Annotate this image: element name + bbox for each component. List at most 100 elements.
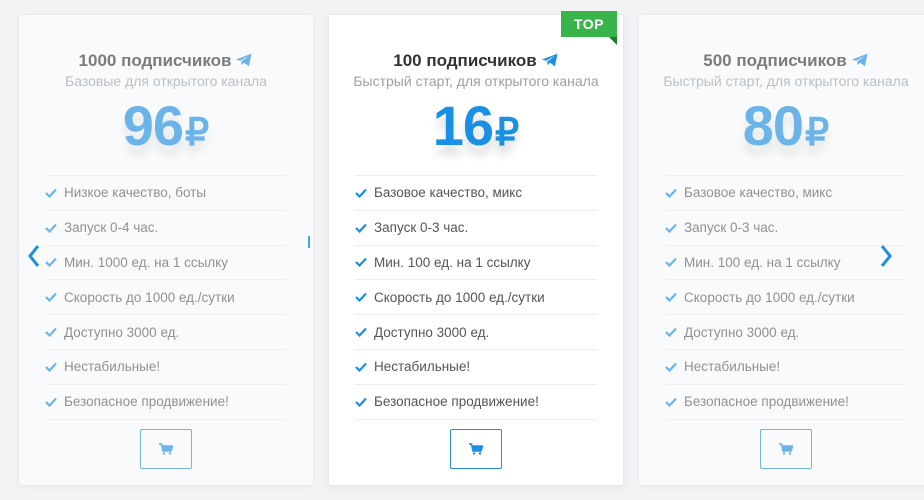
check-icon <box>355 258 367 268</box>
feature-text: Нестабильные! <box>374 359 471 375</box>
card-title: 100 подписчиков <box>329 51 623 71</box>
check-icon <box>355 362 367 372</box>
carousel-prev-button[interactable] <box>24 238 44 274</box>
feature-text: Мин. 100 ед. на 1 ссылку <box>374 254 531 270</box>
feature-item: Мин. 1000 ед. на 1 ссылку <box>45 246 287 281</box>
check-icon <box>665 362 677 372</box>
feature-text: Базовое качество, микс <box>684 185 833 201</box>
price-currency: ₽ <box>495 112 520 154</box>
telegram-icon <box>851 53 868 67</box>
check-icon <box>45 362 57 372</box>
feature-text: Скорость до 1000 ед./сутки <box>64 289 235 305</box>
feature-text: Доступно 3000 ед. <box>684 324 800 340</box>
cart-icon <box>779 443 793 455</box>
check-icon <box>665 293 677 303</box>
feature-item: Низкое качество, боты <box>45 176 287 211</box>
feature-text: Доступно 3000 ед. <box>374 324 490 340</box>
feature-list: Базовое качество, микс Запуск 0-3 час. М… <box>355 175 597 420</box>
price: 96₽ <box>19 97 313 155</box>
card-title: 500 подписчиков <box>639 51 924 71</box>
feature-text: Мин. 100 ед. на 1 ссылку <box>684 254 841 270</box>
feature-text: Нестабильные! <box>684 359 781 375</box>
card-title-text: 500 подписчиков <box>703 51 847 70</box>
feature-item: Мин. 100 ед. на 1 ссылку <box>665 246 907 281</box>
carousel-next-button[interactable] <box>876 238 896 274</box>
scroll-marker <box>308 236 310 248</box>
buy-button[interactable] <box>760 429 812 469</box>
feature-list: Базовое качество, микс Запуск 0-3 час. М… <box>665 175 907 420</box>
card-subtitle: Быстрый старт, для открытого канала <box>663 73 909 89</box>
check-icon <box>665 327 677 338</box>
check-icon <box>355 223 367 233</box>
telegram-icon <box>541 53 558 67</box>
chevron-left-icon <box>28 245 40 267</box>
check-icon <box>665 223 677 233</box>
card-title: 1000 подписчиков <box>19 51 313 71</box>
check-icon <box>355 293 367 303</box>
feature-item: Запуск 0-3 час. <box>355 211 597 246</box>
feature-text: Базовое качество, микс <box>374 185 523 201</box>
check-icon <box>355 188 367 198</box>
check-icon <box>665 258 677 268</box>
buy-button[interactable] <box>140 429 192 469</box>
pricing-card-1000: 1000 подписчиков Базовые для открытого к… <box>18 14 314 486</box>
check-icon <box>45 397 57 407</box>
price-value: 80 <box>742 94 804 157</box>
pricing-carousel: 1000 подписчиков Базовые для открытого к… <box>0 0 924 500</box>
price-currency: ₽ <box>185 112 210 154</box>
check-icon <box>355 397 367 407</box>
feature-text: Запуск 0-3 час. <box>684 220 779 236</box>
feature-list: Низкое качество, боты Запуск 0-4 час. Ми… <box>45 175 287 420</box>
feature-text: Безопасное продвижение! <box>684 394 849 410</box>
feature-item: Безопасное продвижение! <box>355 385 597 420</box>
feature-item: Доступно 3000 ед. <box>665 315 907 350</box>
feature-item: Скорость до 1000 ед./сутки <box>45 280 287 316</box>
feature-item: Запуск 0-4 час. <box>45 211 287 246</box>
feature-text: Безопасное продвижение! <box>374 394 539 410</box>
feature-text: Скорость до 1000 ед./сутки <box>374 289 545 305</box>
card-subtitle: Базовые для открытого канала <box>65 73 267 89</box>
check-icon <box>355 327 367 338</box>
feature-item: Базовое качество, микс <box>355 176 597 211</box>
pricing-card-100: TOP 100 подписчиков Быстрый старт, для о… <box>328 11 624 486</box>
card-title-text: 1000 подписчиков <box>78 51 232 70</box>
feature-item: Мин. 100 ед. на 1 ссылку <box>355 246 597 281</box>
check-icon <box>45 327 57 338</box>
feature-text: Мин. 1000 ед. на 1 ссылку <box>64 254 228 270</box>
feature-item: Доступно 3000 ед. <box>355 315 597 350</box>
feature-text: Низкое качество, боты <box>64 185 207 201</box>
feature-item: Скорость до 1000 ед./сутки <box>355 280 597 316</box>
check-icon <box>45 188 57 198</box>
check-icon <box>45 258 57 268</box>
cart-icon <box>159 443 173 455</box>
feature-text: Запуск 0-4 час. <box>64 220 159 236</box>
price-currency: ₽ <box>805 112 830 154</box>
buy-button[interactable] <box>450 429 502 469</box>
feature-item: Нестабильные! <box>355 350 597 385</box>
check-icon <box>45 293 57 303</box>
price-value: 96 <box>122 94 184 157</box>
feature-item: Нестабильные! <box>45 350 287 385</box>
feature-item: Безопасное продвижение! <box>665 385 907 420</box>
feature-text: Безопасное продвижение! <box>64 394 229 410</box>
check-icon <box>665 397 677 407</box>
feature-text: Нестабильные! <box>64 359 161 375</box>
feature-text: Запуск 0-3 час. <box>374 220 469 236</box>
price: 16₽ <box>329 97 623 155</box>
feature-text: Скорость до 1000 ед./сутки <box>684 289 855 305</box>
check-icon <box>45 223 57 233</box>
check-icon <box>665 188 677 198</box>
feature-item: Скорость до 1000 ед./сутки <box>665 280 907 316</box>
feature-text: Доступно 3000 ед. <box>64 324 180 340</box>
top-badge: TOP <box>561 11 617 45</box>
feature-item: Безопасное продвижение! <box>45 385 287 420</box>
feature-item: Базовое качество, микс <box>665 176 907 211</box>
price: 80₽ <box>639 97 924 155</box>
card-title-text: 100 подписчиков <box>393 51 537 70</box>
feature-item: Нестабильные! <box>665 350 907 385</box>
price-value: 16 <box>432 94 494 157</box>
chevron-right-icon <box>880 245 892 267</box>
feature-item: Запуск 0-3 час. <box>665 211 907 246</box>
card-subtitle: Быстрый старт, для открытого канала <box>353 73 599 89</box>
telegram-icon <box>236 53 252 67</box>
